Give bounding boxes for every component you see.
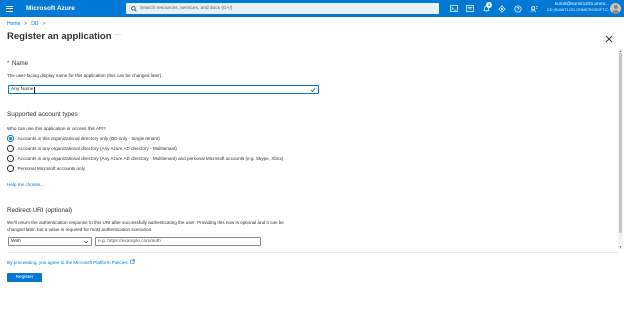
redirect-uri-input[interactable]: e.g. https://example.com/auth — [95, 237, 261, 246]
chevron-down-icon — [83, 239, 89, 245]
brand-name[interactable]: Microsoft Azure — [26, 5, 126, 12]
directory-filter-icon[interactable] — [462, 0, 478, 17]
top-bar: Microsoft Azure Search resources, servic… — [0, 0, 624, 17]
notification-badge: 4 — [486, 2, 492, 8]
breadcrumb-home[interactable]: Home — [7, 21, 20, 27]
required-mark: * — [7, 61, 10, 67]
radio-label: Accounts in any organizational directory… — [17, 145, 177, 151]
account-types-question: Who can use this application or access t… — [7, 126, 106, 131]
scrollbar-thumb[interactable] — [619, 53, 622, 233]
name-label-text: Name — [12, 61, 29, 67]
radio-label: Accounts in any organizational directory… — [17, 155, 284, 161]
help-me-choose-link[interactable]: Help me choose... — [7, 182, 44, 187]
more-options-button[interactable]: ··· — [114, 32, 122, 38]
check-icon — [310, 87, 316, 93]
breadcrumb-separator: > — [24, 21, 28, 27]
divider — [7, 252, 619, 253]
radio-button[interactable] — [7, 135, 14, 142]
name-input[interactable]: Any Name — [8, 85, 319, 94]
page-title: Register an application — [7, 31, 112, 42]
help-icon[interactable] — [510, 0, 526, 17]
breadcrumb: Home > DD > — [7, 21, 45, 27]
redirect-uri-placeholder: e.g. https://example.com/auth — [98, 239, 161, 244]
search-icon — [131, 5, 137, 12]
bell-icon[interactable]: 4 — [478, 0, 494, 17]
account-option-multitenant-personal[interactable]: Accounts in any organizational directory… — [7, 155, 283, 162]
avatar[interactable] — [610, 3, 621, 14]
name-input-value: Any Name — [11, 87, 34, 92]
scroll-down-icon[interactable]: ▼ — [619, 245, 623, 249]
redirect-help-line: changed later, but a value is required f… — [7, 227, 153, 232]
account-directory: DD (SUMIT1231.ONMICROSOFT.C... — [547, 8, 612, 12]
redirect-help-line: We'll return the authentication response… — [7, 220, 284, 225]
policy-text: By proceeding, you agree to the Microsof… — [7, 259, 128, 265]
platform-select-value: Web — [11, 239, 21, 244]
close-icon[interactable] — [604, 31, 614, 43]
breadcrumb-dd[interactable]: DD — [31, 21, 38, 27]
platform-select[interactable]: Web — [8, 237, 92, 246]
account-info[interactable]: sumit@sumit1231.onmi... DD (SUMIT1231.ON… — [547, 2, 612, 13]
search-box[interactable]: Search resources, services, and docs (G+… — [126, 3, 439, 14]
text-cursor — [33, 86, 35, 93]
redirect-help-text: We'll return the authentication response… — [7, 219, 327, 233]
radio-button[interactable] — [7, 145, 14, 152]
name-label: * Name — [7, 61, 28, 67]
radio-button[interactable] — [7, 155, 14, 162]
feedback-icon[interactable] — [526, 0, 542, 17]
redirect-uri-title: Redirect URI (optional) — [7, 207, 72, 214]
register-button[interactable]: Register — [7, 273, 42, 282]
hamburger-icon[interactable] — [0, 0, 18, 17]
platform-policies-link[interactable]: By proceeding, you agree to the Microsof… — [7, 259, 135, 265]
cloud-shell-icon[interactable] — [446, 0, 462, 17]
external-link-icon — [129, 259, 135, 265]
name-help-text: The user-facing display name for this ap… — [7, 73, 163, 78]
account-types-title: Supported account types — [7, 111, 78, 118]
radio-button[interactable] — [7, 165, 14, 172]
account-option-single-tenant[interactable]: Accounts in this organizational director… — [7, 135, 160, 142]
scrollbar[interactable]: ▲ ▼ — [618, 49, 623, 249]
radio-label: Personal Microsoft accounts only — [17, 165, 85, 171]
search-placeholder: Search resources, services, and docs (G+… — [140, 6, 233, 11]
account-option-multitenant[interactable]: Accounts in any organizational directory… — [7, 145, 177, 152]
radio-label: Accounts in this organizational director… — [17, 135, 160, 141]
gear-icon[interactable] — [494, 0, 510, 17]
breadcrumb-separator: > — [42, 21, 46, 27]
account-option-personal-only[interactable]: Personal Microsoft accounts only — [7, 165, 85, 172]
